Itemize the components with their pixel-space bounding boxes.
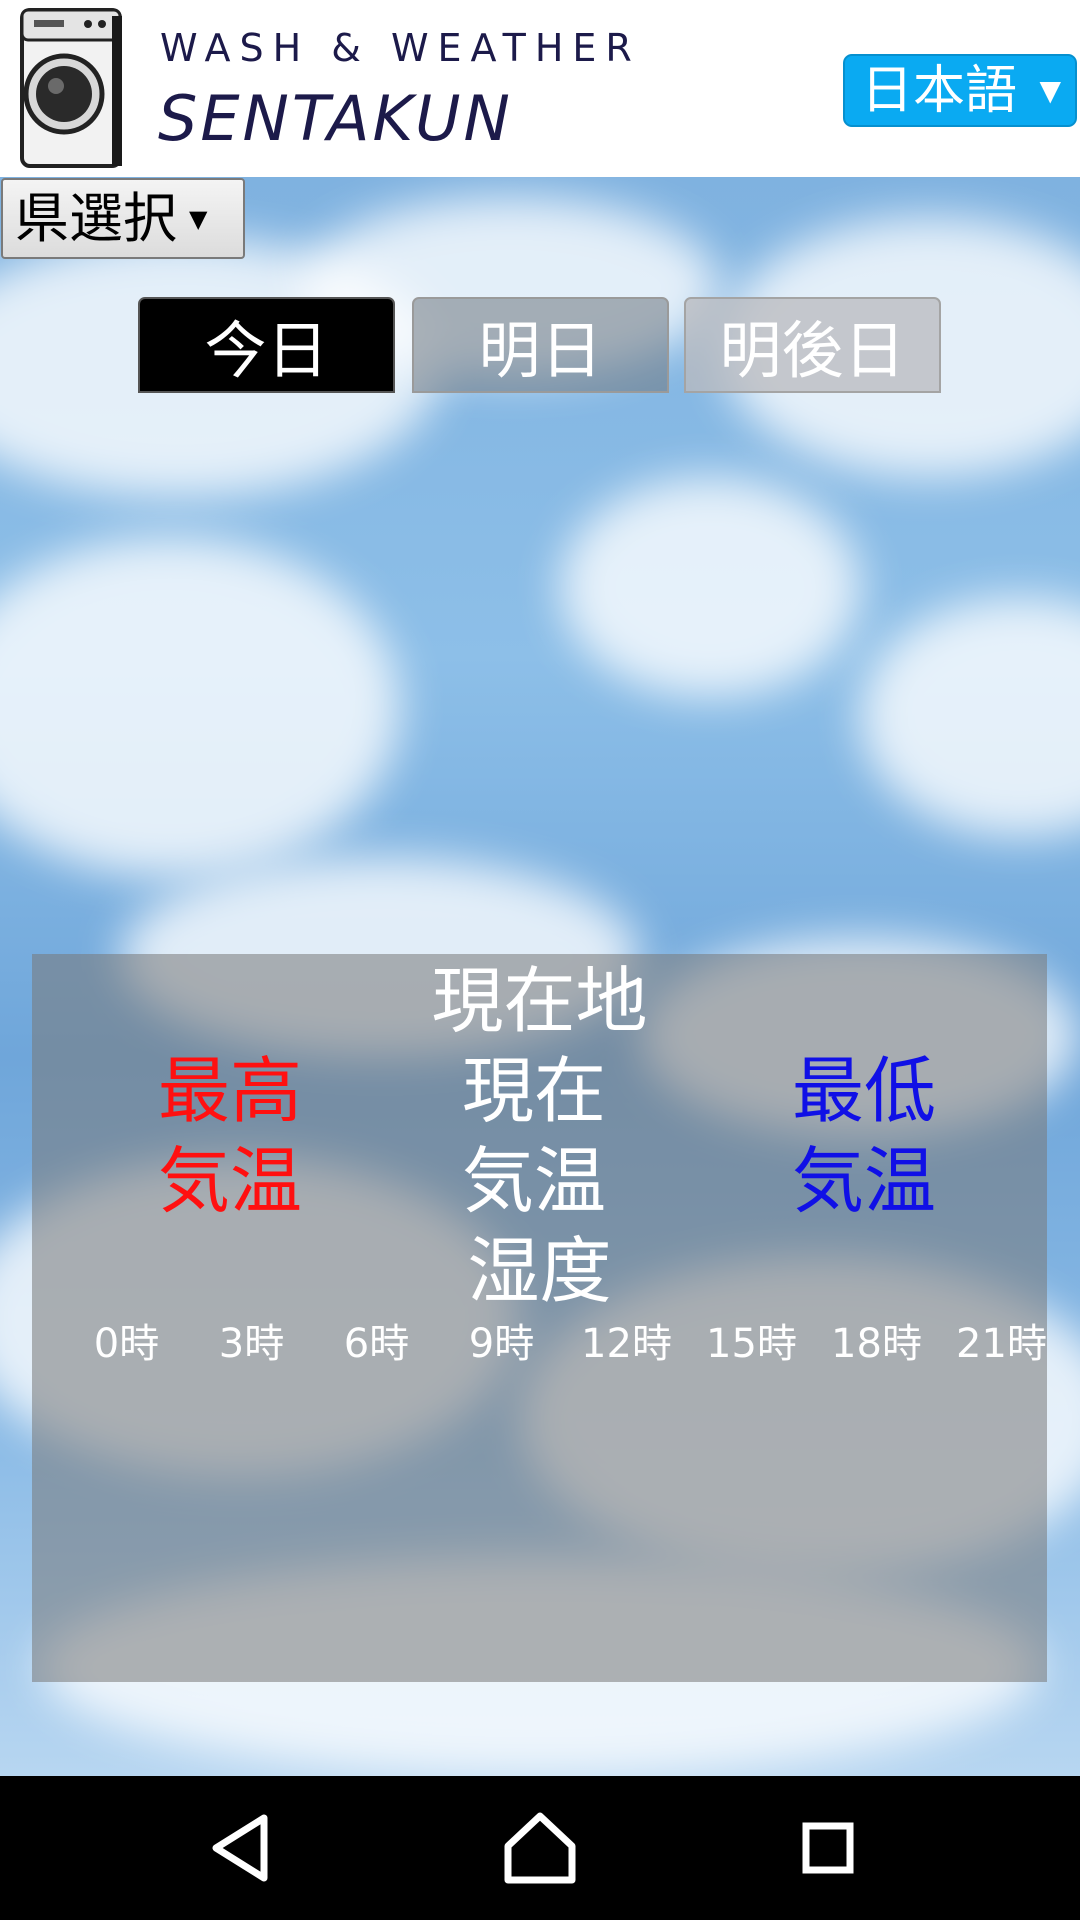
hour-label: 15時 <box>706 1321 797 1367</box>
system-navigation-bar <box>0 1776 1080 1920</box>
min-temperature-line1: 最低 <box>791 1049 936 1133</box>
back-icon[interactable] <box>192 1798 292 1898</box>
dropdown-arrow-icon: ▼ <box>189 204 208 233</box>
home-icon[interactable] <box>490 1798 590 1898</box>
language-select[interactable]: 日本語 ▼ <box>843 54 1077 127</box>
recents-icon[interactable] <box>778 1798 878 1898</box>
max-temperature: 最高 気温 <box>90 1046 370 1226</box>
day-tabs: 今日 明日 明後日 <box>138 297 943 393</box>
hour-label: 0時 <box>93 1321 160 1367</box>
humidity-label: 湿度 <box>467 1229 612 1313</box>
dropdown-arrow-icon: ▼ <box>1039 73 1061 107</box>
prefecture-select[interactable]: 県選択 ▼ <box>1 178 245 259</box>
current-temperature: 現在 気温 <box>394 1046 674 1226</box>
weather-panel: 現在地 最高 気温 現在 気温 最低 気温 湿度 0時 3時 6時 9時 12時… <box>32 954 1047 1682</box>
tab-day-after-tomorrow[interactable]: 明後日 <box>684 297 941 393</box>
hour-label: 6時 <box>343 1321 410 1367</box>
current-temperature-line1: 現在 <box>461 1049 606 1133</box>
hour-label: 18時 <box>831 1321 922 1367</box>
tab-tomorrow[interactable]: 明日 <box>412 297 669 393</box>
logo-tagline: WASH & WEATHER <box>160 26 641 70</box>
max-temperature-line1: 最高 <box>157 1049 302 1133</box>
min-temperature-line2: 気温 <box>791 1139 936 1223</box>
logo-title: SENTAKUN <box>158 82 513 155</box>
hour-label: 21時 <box>956 1321 1047 1367</box>
hour-label: 3時 <box>218 1321 285 1367</box>
language-select-label: 日本語 <box>861 60 1018 121</box>
tab-today[interactable]: 今日 <box>138 297 395 393</box>
app-header: WASH & WEATHER SENTAKUN 日本語 ▼ <box>0 0 1080 177</box>
hour-label: 9時 <box>468 1321 535 1367</box>
current-temperature-line2: 気温 <box>461 1139 606 1223</box>
washing-machine-logo-icon <box>20 8 122 168</box>
hour-label: 12時 <box>581 1321 672 1367</box>
prefecture-select-label: 県選択 <box>15 186 177 250</box>
hourly-timeline: 0時 3時 6時 9時 12時 15時 18時 21時 <box>32 1314 1047 1374</box>
location-label: 現在地 <box>431 959 648 1043</box>
max-temperature-line2: 気温 <box>157 1139 302 1223</box>
min-temperature: 最低 気温 <box>724 1046 1004 1226</box>
